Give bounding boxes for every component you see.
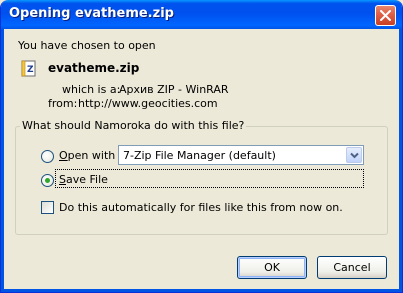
ok-button[interactable]: OK: [237, 256, 307, 279]
chevron-down-icon: [350, 152, 359, 159]
open-with-radio[interactable]: [41, 150, 54, 163]
save-file-radio[interactable]: [41, 174, 54, 187]
application-select-value: 7-Zip File Manager (default): [123, 149, 276, 162]
from-label: from:: [48, 97, 78, 110]
close-icon: [380, 10, 391, 21]
open-with-label[interactable]: Open with: [59, 149, 115, 162]
cancel-button[interactable]: Cancel: [317, 256, 387, 279]
save-file-label[interactable]: Save File: [59, 173, 108, 186]
zip-archive-icon: Z: [21, 60, 36, 77]
source-url-value: http://www.geocities.com: [78, 97, 218, 110]
close-button[interactable]: [375, 5, 396, 26]
group-legend: What should Namoroka do with this file?: [20, 119, 247, 132]
radio-selected-dot: [45, 178, 50, 183]
svg-text:Z: Z: [27, 65, 34, 75]
which-is-label: which is a:: [62, 83, 121, 96]
window-title: Opening evatheme.zip: [9, 6, 174, 21]
application-select[interactable]: 7-Zip File Manager (default): [118, 145, 364, 165]
dialog-window: Opening evatheme.zip You have chosen to …: [0, 0, 403, 293]
auto-checkbox[interactable]: [41, 201, 54, 214]
file-name: evatheme.zip: [48, 61, 140, 75]
dropdown-button[interactable]: [346, 147, 362, 163]
title-bar[interactable]: Opening evatheme.zip: [1, 0, 402, 29]
file-type-value: Архив ZIP - WinRAR: [119, 83, 229, 96]
intro-text: You have chosen to open: [18, 39, 156, 52]
auto-checkbox-label[interactable]: Do this automatically for files like thi…: [59, 201, 343, 214]
